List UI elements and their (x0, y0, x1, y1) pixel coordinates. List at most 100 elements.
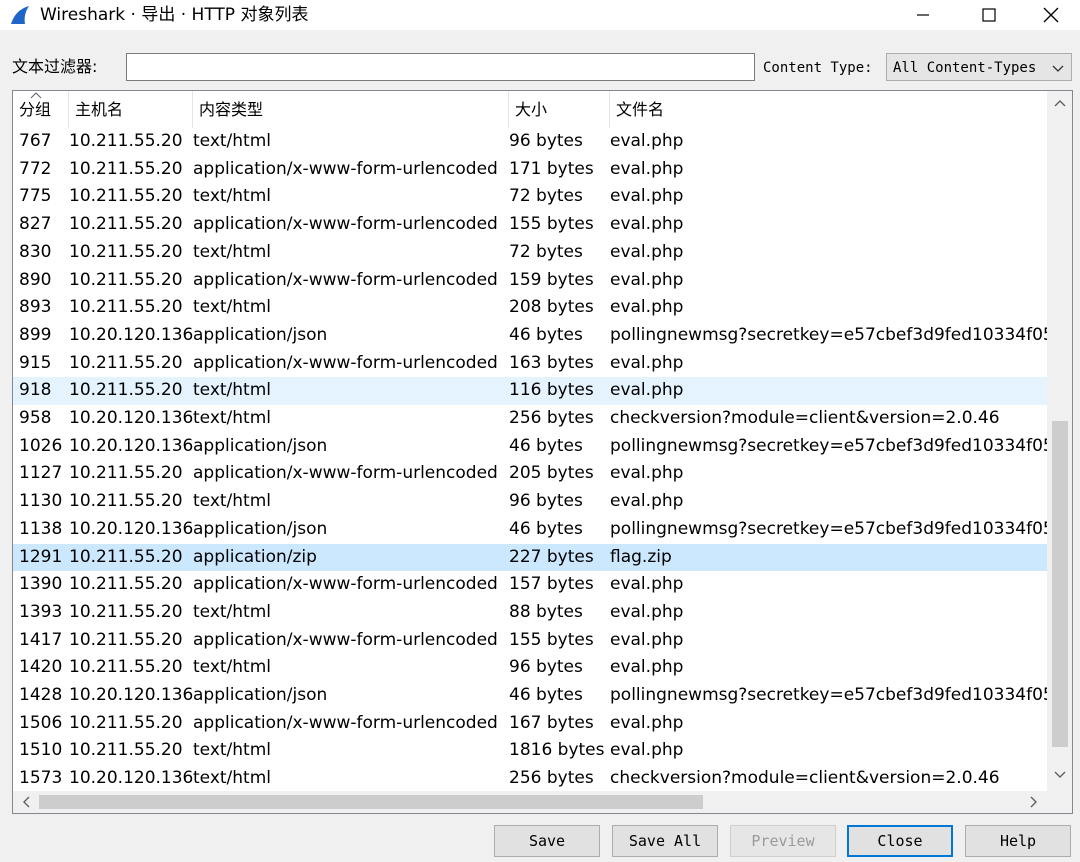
filename-cell: eval.php (610, 269, 684, 290)
hostname-cell: 10.211.55.20 (69, 214, 183, 235)
vertical-scrollbar[interactable] (1047, 91, 1072, 796)
content-type-cell: application/zip (193, 546, 317, 567)
column-header-hostname[interactable]: 主机名 (69, 91, 193, 128)
horizontal-scroll-thumb[interactable] (39, 795, 703, 809)
minimize-button[interactable] (890, 0, 956, 30)
table-row[interactable]: 1026 10.20.120.136 application/json 46 byte… (13, 433, 1047, 461)
filename-cell: eval.php (610, 352, 684, 373)
content-type-cell: application/json (193, 685, 328, 705)
table-row[interactable]: 1390 10.211.55.20 application/x-www-form-u… (13, 571, 1047, 599)
size-cell: 116 bytes (509, 380, 594, 401)
horizontal-scrollbar[interactable] (13, 791, 1047, 813)
column-header-label: 分组 (19, 100, 52, 119)
table-row[interactable]: 1130 10.211.55.20 text/html 96 bytes eval.ph… (13, 488, 1047, 516)
size-cell: 167 bytes (509, 712, 594, 733)
column-header-size[interactable]: 大小 (509, 91, 610, 128)
size-cell: 256 bytes (509, 408, 594, 428)
table-row[interactable]: 1420 10.211.55.20 text/html 96 bytes eval.ph… (13, 654, 1047, 682)
table-row[interactable]: 1417 10.211.55.20 application/x-www-form-u… (13, 627, 1047, 655)
content-type-cell: application/x-www-form-urlencoded (193, 629, 498, 650)
packet-number-cell: 1428 (19, 685, 63, 705)
filename-cell: eval.php (610, 629, 684, 650)
close-button[interactable]: Close (847, 825, 953, 857)
filename-cell: eval.php (610, 657, 684, 678)
hostname-cell: 10.211.55.20 (69, 269, 183, 290)
content-type-cell: text/html (193, 768, 272, 789)
size-cell: 256 bytes (509, 768, 594, 789)
scroll-down-button[interactable] (1047, 763, 1072, 787)
scroll-right-button[interactable] (1021, 791, 1047, 813)
maximize-button[interactable] (956, 0, 1022, 30)
hostname-cell: 10.20.120.136 (69, 408, 193, 428)
table-row[interactable]: 958 10.20.120.136 text/html 256 bytes checkv… (13, 405, 1047, 433)
size-cell: 163 bytes (509, 352, 594, 373)
close-window-button[interactable] (1022, 0, 1080, 30)
filename-cell: eval.php (610, 131, 684, 151)
table-row[interactable]: 890 10.211.55.20 application/x-www-form-ur… (13, 267, 1047, 295)
table-row[interactable]: 1428 10.20.120.136 application/json 46 byte… (13, 682, 1047, 710)
packet-number-cell: 1510 (19, 740, 63, 761)
size-cell: 157 bytes (509, 574, 594, 595)
table-row[interactable]: 918 10.211.55.20 text/html 116 bytes eval.ph… (13, 377, 1047, 405)
window-title: Wireshark · 导出 · HTTP 对象列表 (40, 5, 309, 25)
content-type-cell: text/html (193, 601, 272, 622)
filename-cell: eval.php (610, 380, 684, 401)
content-type-cell: text/html (193, 241, 272, 262)
hostname-cell: 10.211.55.20 (69, 740, 183, 761)
packet-number-cell: 1506 (19, 712, 63, 733)
help-button[interactable]: Help (965, 825, 1071, 857)
filename-cell: eval.php (610, 463, 684, 484)
size-cell: 205 bytes (509, 463, 594, 484)
content-type-select[interactable]: All Content-Types (886, 53, 1072, 81)
size-cell: 159 bytes (509, 269, 594, 290)
hostname-cell: 10.211.55.20 (69, 657, 183, 678)
table-body: 767 10.211.55.20 text/html 96 bytes eval.php… (13, 128, 1047, 796)
hostname-cell: 10.211.55.20 (69, 712, 183, 733)
packet-number-cell: 1393 (19, 601, 63, 622)
table-row[interactable]: 1127 10.211.55.20 application/x-www-form-u… (13, 460, 1047, 488)
scroll-left-button[interactable] (13, 791, 39, 813)
table-row[interactable]: 915 10.211.55.20 application/x-www-form-ur… (13, 350, 1047, 378)
save-button[interactable]: Save (494, 825, 600, 857)
content-type-cell: application/x-www-form-urlencoded (193, 574, 498, 595)
hostname-cell: 10.211.55.20 (69, 297, 183, 318)
table-row[interactable]: 767 10.211.55.20 text/html 96 bytes eval.php (13, 128, 1047, 156)
filename-cell: flag.zip (610, 546, 672, 567)
table-row[interactable]: 1510 10.211.55.20 text/html 1816 bytes eval.… (13, 737, 1047, 765)
content-type-cell: application/x-www-form-urlencoded (193, 269, 498, 290)
table-row[interactable]: 772 10.211.55.20 application/x-www-form-ur… (13, 156, 1047, 184)
text-filter-input[interactable] (126, 53, 755, 81)
table-row[interactable]: 1291 10.211.55.20 application/zip 227 bytes… (13, 543, 1047, 572)
table-row[interactable]: 775 10.211.55.20 text/html 72 bytes eval.php (13, 183, 1047, 211)
size-cell: 227 bytes (509, 546, 594, 567)
table-row[interactable]: 893 10.211.55.20 text/html 208 bytes eval.ph… (13, 294, 1047, 322)
column-header-filename[interactable]: 文件名 (610, 91, 1047, 128)
filename-cell: eval.php (610, 186, 684, 207)
table-row[interactable]: 1393 10.211.55.20 text/html 88 bytes eval.ph… (13, 599, 1047, 627)
table-row[interactable]: 1506 10.211.55.20 application/x-www-form-u… (13, 710, 1047, 738)
content-type-cell: application/json (193, 518, 328, 539)
table-row[interactable]: 899 10.20.120.136 application/json 46 bytes… (13, 322, 1047, 350)
table-row[interactable]: 827 10.211.55.20 application/x-www-form-ur… (13, 211, 1047, 239)
table-row[interactable]: 1573 10.20.120.136 text/html 256 bytes check… (13, 765, 1047, 793)
vertical-scroll-thumb[interactable] (1052, 421, 1068, 747)
table-row[interactable]: 830 10.211.55.20 text/html 72 bytes eval.php (13, 239, 1047, 267)
preview-button[interactable]: Preview (730, 825, 836, 857)
hostname-cell: 10.211.55.20 (69, 463, 183, 484)
packet-number-cell: 1026 (19, 435, 63, 456)
save-all-button[interactable]: Save All (612, 825, 718, 857)
hostname-cell: 10.211.55.20 (69, 241, 183, 262)
scroll-up-button[interactable] (1047, 91, 1072, 115)
column-header-packet[interactable]: 分组 (13, 91, 69, 128)
packet-number-cell: 1417 (19, 629, 63, 650)
size-cell: 155 bytes (509, 629, 594, 650)
text-filter-label: 文本过滤器: (12, 57, 98, 76)
table-header: 分组 主机名 内容类型 大小 文件名 (13, 91, 1047, 128)
hostname-cell: 10.211.55.20 (69, 629, 183, 650)
packet-number-cell: 1390 (19, 574, 63, 595)
table-row[interactable]: 1138 10.20.120.136 application/json 46 byte… (13, 516, 1047, 544)
column-header-label: 文件名 (616, 100, 665, 119)
column-header-content-type[interactable]: 内容类型 (193, 91, 509, 128)
hostname-cell: 10.211.55.20 (69, 352, 183, 373)
wireshark-fin-icon (11, 6, 29, 24)
